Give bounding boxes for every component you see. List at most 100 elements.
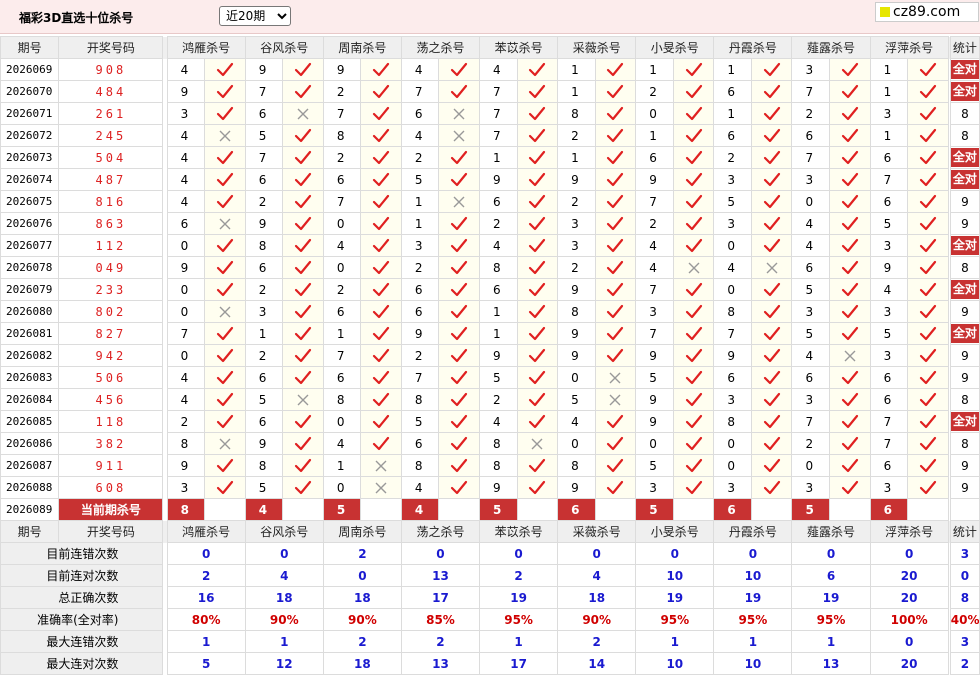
result-mark (204, 476, 246, 499)
result-mark (750, 80, 793, 103)
kill-pick: 3 (791, 476, 830, 499)
issue-cell: 2026069 (0, 58, 60, 81)
check-icon (919, 304, 936, 318)
kill-pick: 9 (713, 344, 752, 367)
result-mark (750, 388, 793, 411)
check-icon (685, 436, 702, 450)
result-mark (516, 256, 559, 279)
header-expert: 周南杀号 (322, 36, 402, 59)
check-icon (763, 480, 780, 494)
result-mark (516, 58, 559, 81)
kill-pick: 5 (791, 322, 830, 345)
header-row: 期号 开奖号码 鸿雁杀号 谷风杀号 周南杀号 荡之杀号 苯苡杀号 采薇杀号 小旻杀号 丹霞杀号 薤露… (0, 520, 980, 543)
kill-pick: 2 (791, 432, 830, 455)
check-icon (373, 414, 390, 428)
check-icon (685, 62, 702, 76)
summary-value: 90% (557, 608, 637, 631)
all-correct-badge: 全对 (951, 236, 979, 255)
header-issue: 期号 (0, 520, 60, 543)
check-icon (373, 392, 390, 406)
check-icon (685, 370, 702, 384)
result-mark (204, 366, 246, 389)
issue-cell: 2026070 (0, 80, 60, 103)
result-mark (282, 432, 324, 455)
check-icon (607, 326, 624, 340)
kill-pick: 3 (791, 168, 830, 191)
header-expert: 鸿雁杀号 (166, 36, 246, 59)
empty-mark (204, 498, 246, 521)
kill-pick: 3 (869, 344, 909, 367)
row-stat: 8 (949, 124, 980, 147)
kill-pick: 8 (557, 102, 596, 125)
result-mark (828, 410, 871, 433)
check-icon (529, 260, 546, 274)
check-icon (685, 480, 702, 494)
kill-pick: 3 (791, 300, 830, 323)
check-icon (685, 348, 702, 362)
result-mark (438, 102, 481, 125)
result-mark (594, 124, 637, 147)
kill-pick: 2 (557, 124, 596, 147)
result-mark (907, 146, 949, 169)
draw-number: 487 (58, 168, 164, 191)
result-mark (516, 234, 559, 257)
summary-value: 17 (400, 586, 481, 609)
result-mark (672, 124, 715, 147)
kill-pick: 2 (479, 212, 518, 235)
result-mark (594, 322, 637, 345)
current-label: 当前期杀号 (58, 498, 164, 521)
row-stat: 全对 (949, 80, 980, 103)
period-select[interactable]: 近20期 (219, 6, 291, 26)
check-icon (685, 304, 702, 318)
kill-pick: 1 (557, 58, 596, 81)
table-row: 2026081 827 7 1 1 9 1 9 7 7 5 5 全对 (0, 322, 980, 345)
draw-number: 261 (58, 102, 164, 125)
check-icon (216, 348, 233, 362)
kill-pick: 8 (166, 432, 206, 455)
kill-pick: 3 (557, 234, 596, 257)
check-icon (685, 414, 702, 428)
empty-mark (516, 498, 559, 521)
result-mark (594, 256, 637, 279)
summary-value: 10 (635, 652, 715, 675)
current-pick: 4 (400, 498, 440, 521)
result-mark (750, 190, 793, 213)
kill-pick: 6 (713, 366, 752, 389)
check-icon (919, 150, 936, 164)
kill-pick: 0 (557, 366, 596, 389)
result-mark (828, 300, 871, 323)
result-mark (828, 124, 871, 147)
kill-pick: 3 (869, 300, 909, 323)
result-mark (282, 300, 324, 323)
summary-value: 5 (166, 652, 246, 675)
kill-pick: 0 (166, 278, 206, 301)
result-mark (828, 366, 871, 389)
result-mark (360, 410, 402, 433)
result-mark (828, 58, 871, 81)
check-icon (841, 282, 858, 296)
summary-value: 12 (244, 652, 324, 675)
result-mark (750, 344, 793, 367)
check-icon (685, 106, 702, 120)
result-mark (516, 454, 559, 477)
table-row: 2026070 484 9 7 2 7 7 1 2 6 7 1 全对 (0, 80, 980, 103)
row-stat: 8 (949, 102, 980, 125)
check-icon (607, 172, 624, 186)
check-icon (919, 370, 936, 384)
empty-mark (594, 498, 637, 521)
result-mark (204, 58, 246, 81)
header-expert: 谷风杀号 (244, 36, 324, 59)
summary-label: 目前连对次数 (0, 564, 164, 587)
kill-pick: 1 (869, 58, 909, 81)
summary-value: 1 (635, 630, 715, 653)
summary-value: 18 (322, 652, 402, 675)
draw-number: 942 (58, 344, 164, 367)
summary-stat: 8 (949, 586, 980, 609)
result-mark (516, 124, 559, 147)
site-logo[interactable]: cz89.com (875, 2, 979, 22)
check-icon (763, 62, 780, 76)
cross-icon (219, 306, 231, 317)
table-row: 2026088 608 3 5 0 4 9 9 3 3 3 3 9 (0, 476, 980, 499)
issue-cell: 2026084 (0, 388, 60, 411)
kill-pick: 8 (479, 432, 518, 455)
